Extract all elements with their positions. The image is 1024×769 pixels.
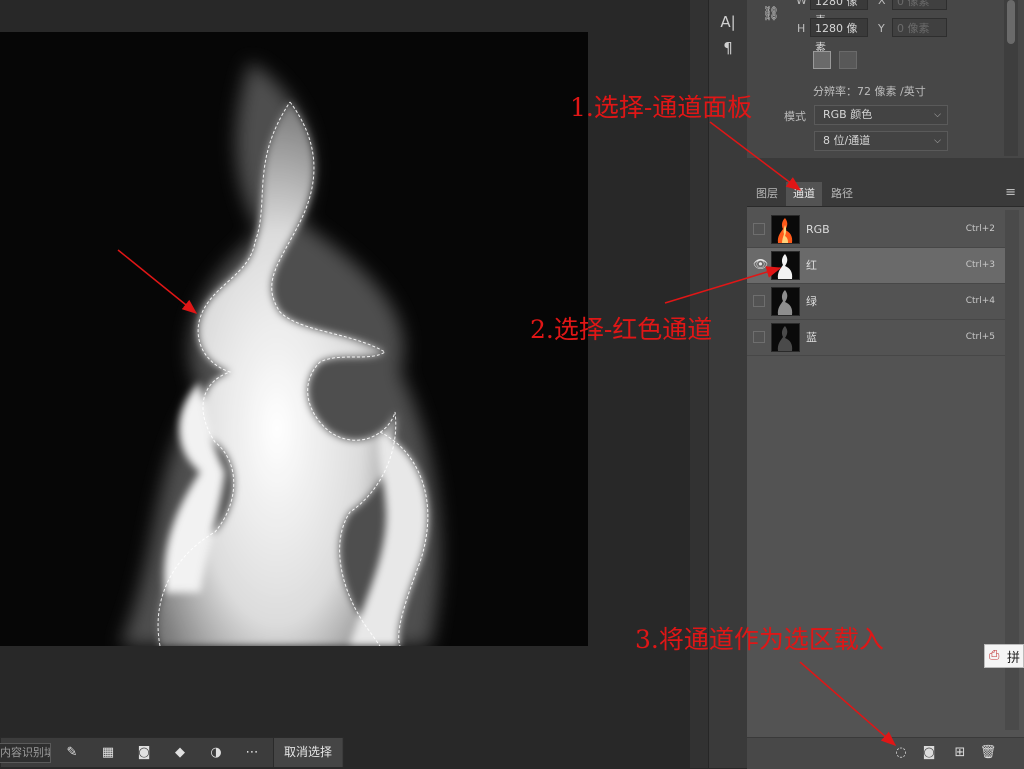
channel-row-rgb[interactable]: RGB Ctrl+2	[747, 212, 1005, 248]
channel-thumbnail	[771, 251, 800, 280]
width-label: W	[796, 0, 807, 7]
resolution-text: 分辨率：72 像素 /英寸	[813, 85, 926, 98]
panel-menu-icon[interactable]: ≡	[1005, 185, 1016, 200]
channel-shortcut: Ctrl+3	[965, 260, 995, 270]
y-field[interactable]: 0 像素	[892, 18, 947, 37]
flame-image	[0, 32, 588, 646]
paragraph-panel-button[interactable]: ¶	[709, 36, 747, 60]
channels-bottom-bar: ◌ ◙ ⊞ 🗑	[747, 737, 1024, 769]
document-image-flame[interactable]	[0, 32, 588, 646]
select-pattern-icon[interactable]: ▦	[97, 743, 119, 763]
mask-icon[interactable]: ◙	[133, 743, 155, 763]
y-label: Y	[878, 22, 885, 35]
properties-scroll-thumb[interactable]	[1007, 0, 1015, 44]
channel-thumbnail	[771, 287, 800, 316]
channel-shortcut: Ctrl+4	[965, 296, 995, 306]
properties-panel: W 1280 像素 X 0 像素 ⛓ H 1280 像素 Y 0 像素 分辨率：…	[747, 0, 1024, 158]
width-field[interactable]: 1280 像素	[810, 0, 868, 27]
bit-depth-select[interactable]: 8 位/通道 ⌵	[814, 131, 948, 151]
visibility-toggle[interactable]	[753, 331, 765, 343]
x-field[interactable]: 0 像素	[892, 0, 947, 10]
more-icon[interactable]: ⋯	[241, 743, 263, 763]
deselect-button[interactable]: 取消选择	[273, 738, 343, 767]
x-label: X	[878, 0, 886, 7]
channel-row-red[interactable]: 👁 红 Ctrl+3	[747, 248, 1005, 284]
tab-channels[interactable]: 通道	[786, 182, 822, 206]
chevron-down-icon: ⌵	[934, 136, 941, 146]
new-channel-icon[interactable]: ⊞	[950, 743, 970, 763]
channel-thumbnail	[771, 215, 800, 244]
load-selection-icon[interactable]: ◌	[891, 743, 911, 763]
channel-shortcut: Ctrl+2	[965, 224, 995, 234]
annotation-step1: 1.选择-通道面板	[570, 93, 753, 122]
tab-paths[interactable]: 路径	[824, 182, 860, 206]
visibility-toggle[interactable]	[753, 223, 765, 235]
adjustment-icon[interactable]: ◑	[205, 743, 227, 763]
annotation-step3: 3.将通道作为选区载入	[635, 625, 884, 654]
bit-depth-value: 8 位/通道	[823, 134, 871, 147]
pdf-widget-label: 拼	[1007, 651, 1021, 666]
channel-name: 绿	[806, 295, 817, 308]
fill-bucket-icon[interactable]: ◆	[169, 743, 191, 763]
panel-tabs: 图层 通道 路径 ≡	[747, 182, 1024, 207]
tab-layers[interactable]: 图层	[749, 182, 785, 206]
channel-row-green[interactable]: 绿 Ctrl+4	[747, 284, 1005, 320]
visibility-eye-icon[interactable]: 👁	[753, 258, 768, 271]
height-label: H	[797, 22, 806, 35]
canvas-orientation-landscape-icon[interactable]	[839, 51, 857, 69]
fill-field[interactable]: 内容识别填充	[0, 743, 51, 763]
height-field[interactable]: 1280 像素	[810, 18, 868, 54]
character-panel-button[interactable]: A|	[709, 10, 747, 34]
mode-select[interactable]: RGB 颜色 ⌵	[814, 105, 948, 125]
channel-thumbnail	[771, 323, 800, 352]
canvas-orientation-portrait-icon[interactable]	[813, 51, 831, 69]
brush-icon[interactable]: ✎	[61, 743, 83, 763]
channels-panel: RGB Ctrl+2 👁 红 Ctrl+3 绿 Ctrl+4 蓝 Ctrl+5	[747, 207, 1024, 737]
chevron-down-icon: ⌵	[934, 110, 941, 120]
trash-icon[interactable]: 🗑	[978, 743, 998, 763]
pdf-icon: ⎙	[989, 648, 1000, 663]
channel-shortcut: Ctrl+5	[965, 332, 995, 342]
mode-select-value: RGB 颜色	[823, 108, 873, 121]
save-selection-mask-icon[interactable]: ◙	[919, 743, 939, 763]
channel-name: RGB	[806, 223, 830, 236]
annotation-step2: 2.选择-红色通道	[530, 315, 713, 344]
contextual-task-bar: 内容识别填充 ✎ ▦ ◙ ◆ ◑ ⋯ 取消选择	[0, 737, 344, 768]
pdf-tool-widget[interactable]: ⎙ 拼	[984, 644, 1024, 668]
link-icon[interactable]: ⛓	[762, 6, 780, 22]
channel-name: 蓝	[806, 331, 817, 344]
mode-label: 模式	[784, 110, 806, 123]
visibility-toggle[interactable]	[753, 295, 765, 307]
channel-name: 红	[806, 259, 817, 272]
panel-divider	[747, 158, 1024, 182]
channel-row-blue[interactable]: 蓝 Ctrl+5	[747, 320, 1005, 356]
